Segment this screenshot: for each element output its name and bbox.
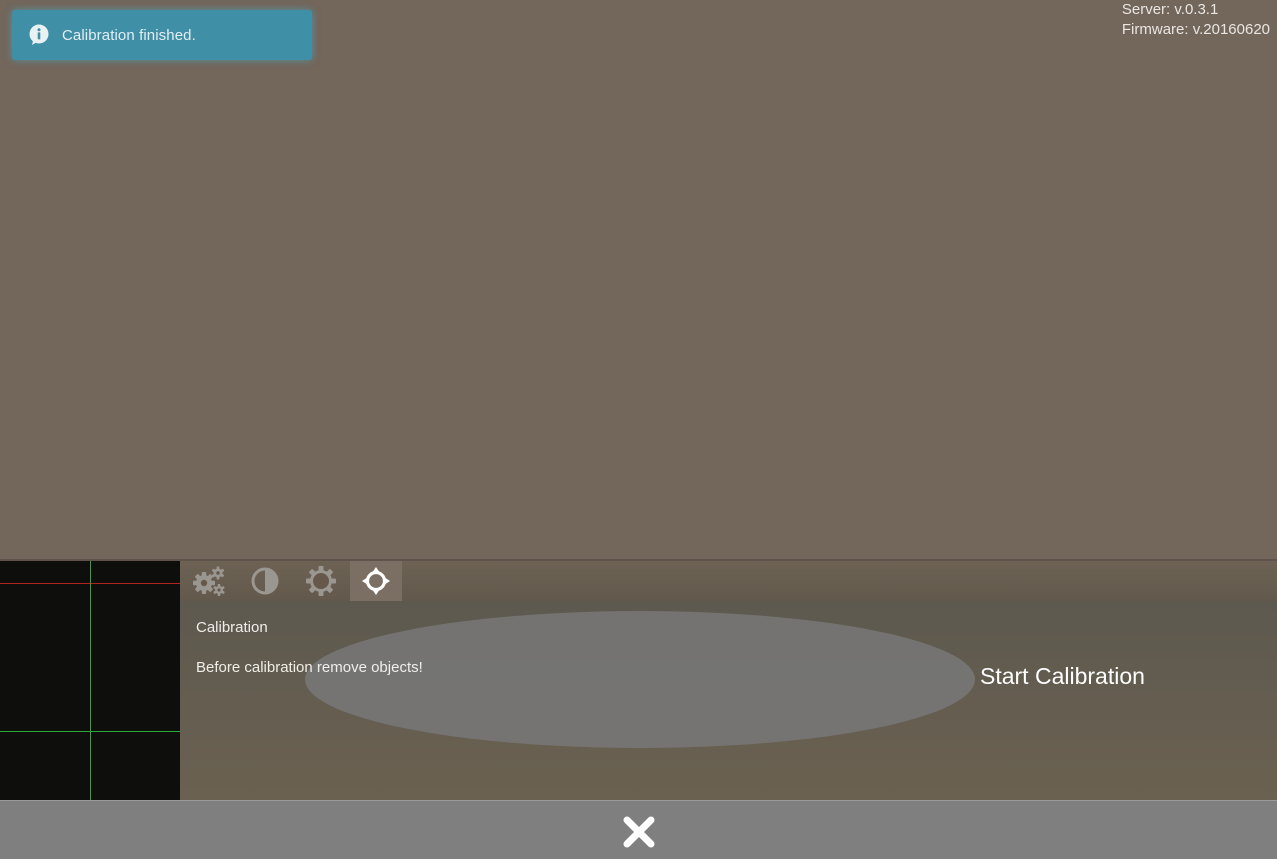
footer-bar	[0, 800, 1277, 859]
camera-preview	[0, 561, 180, 800]
close-button[interactable]	[620, 813, 658, 851]
close-icon	[623, 816, 655, 848]
server-version: Server: v.0.3.1	[1121, 1, 1219, 18]
start-calibration-button[interactable]	[305, 611, 975, 748]
firmware-version: Firmware: v.20160620	[1121, 21, 1270, 38]
calibration-warning: Before calibration remove objects!	[196, 659, 423, 676]
camera-view	[0, 0, 1277, 559]
tab-calibration[interactable]	[350, 561, 402, 601]
preview-green-vertical-line	[90, 561, 91, 800]
start-calibration-label[interactable]: Start Calibration	[980, 663, 1145, 690]
brightness-icon	[306, 566, 336, 596]
notification-message: Calibration finished.	[62, 26, 196, 44]
contrast-icon	[251, 567, 279, 595]
gears-icon	[193, 566, 225, 596]
version-info: Server: v.0.3.1 Firmware: v.20160620	[1122, 0, 1270, 40]
calibration-settings-area: Calibration Before calibration remove ob…	[180, 601, 1277, 800]
section-title: Calibration	[196, 619, 268, 636]
tab-brightness[interactable]	[295, 561, 347, 601]
notification-toast: Calibration finished.	[12, 10, 312, 60]
preview-green-horizontal-line	[0, 731, 180, 732]
info-icon	[29, 24, 49, 45]
settings-tab-bar	[180, 561, 1277, 601]
bottom-panel: Calibration Before calibration remove ob…	[0, 559, 1277, 800]
tab-settings[interactable]	[184, 561, 236, 601]
crosshair-icon	[362, 567, 390, 595]
tab-contrast[interactable]	[239, 561, 291, 601]
